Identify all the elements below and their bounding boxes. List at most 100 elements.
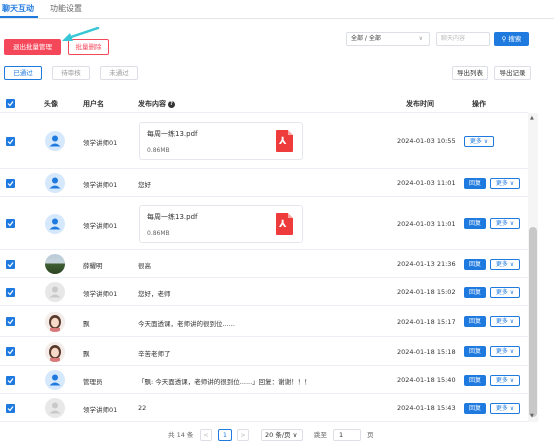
table-row: 领学讲师01 每周一练13.pdf 0.86MB ⅄ 2024-01-03 10:55 更… xyxy=(0,113,528,169)
more-button[interactable]: 更多 ∨ xyxy=(490,316,520,327)
search-button[interactable]: ⚲ 搜索 xyxy=(494,32,529,46)
chevron-down-icon: ∨ xyxy=(507,348,515,355)
reply-button[interactable]: 回复 xyxy=(464,218,486,229)
row-content: 今天面透课，老师讲的很到位...... xyxy=(138,319,235,328)
row-checkbox[interactable] xyxy=(6,287,15,297)
header-content: 发布内容? xyxy=(138,99,175,109)
checkmark-icon xyxy=(7,138,14,144)
tabs-divider xyxy=(0,18,554,19)
more-button[interactable]: 更多 ∨ xyxy=(490,374,520,386)
more-button[interactable]: 更多 ∨ xyxy=(490,258,520,270)
pagination-page-1[interactable]: 1 xyxy=(218,429,232,441)
row-time: 2024-01-03 10:55 xyxy=(397,137,456,145)
chevron-down-icon: ∨ xyxy=(418,35,423,42)
tab-function-settings[interactable]: 功能设置 xyxy=(50,3,82,14)
top-tabs: 聊天互动 功能设置 xyxy=(0,0,554,19)
more-button[interactable]: 更多 ∨ xyxy=(490,346,520,357)
row-time: 2024-01-18 15:40 xyxy=(397,376,456,384)
more-button-label: 更多 xyxy=(495,179,508,187)
table-row: 领学讲师01 每周一练13.pdf 0.86MB ⅄ 2024-01-03 11:01 回… xyxy=(0,197,528,250)
row-content: 22 xyxy=(138,404,147,412)
filter-rejected-button[interactable]: 未通过 xyxy=(100,66,138,80)
tab-chat-interaction[interactable]: 聊天互动 xyxy=(2,3,34,14)
row-username: 管理员 xyxy=(83,378,103,386)
header-operation: 操作 xyxy=(472,100,486,108)
row-checkbox[interactable] xyxy=(6,403,15,413)
checkmark-icon xyxy=(7,289,14,295)
more-button[interactable]: 更多 ∨ xyxy=(490,402,520,414)
row-checkbox[interactable] xyxy=(6,375,15,385)
table-row: 领学讲师01 22 2024-01-18 15:43 回复 更多 ∨ xyxy=(0,394,528,422)
more-button[interactable]: 更多 ∨ xyxy=(490,286,520,298)
reply-button[interactable]: 回复 xyxy=(464,374,486,386)
table-header: 头像 用户名 发布内容? 发布时间 操作 xyxy=(0,93,528,113)
pagination-prev-button[interactable]: < xyxy=(200,429,212,441)
file-size: 0.86MB xyxy=(147,147,170,154)
checkmark-icon xyxy=(7,221,14,227)
pdf-file-icon: ⅄ xyxy=(276,130,293,152)
row-time: 2024-01-18 15:02 xyxy=(397,288,456,296)
more-button-label: 更多 xyxy=(495,288,508,296)
reply-button[interactable]: 回复 xyxy=(464,402,486,414)
row-username: 领学讲师01 xyxy=(83,290,118,298)
scroll-up-arrow-icon[interactable]: ▲ xyxy=(530,115,534,121)
pagination-next-button[interactable]: > xyxy=(237,429,249,441)
row-username: 飘 xyxy=(83,319,90,328)
row-checkbox[interactable] xyxy=(6,317,15,326)
reply-button[interactable]: 回复 xyxy=(464,286,486,298)
reply-button[interactable]: 回复 xyxy=(464,346,486,357)
pagination-total: 共 14 条 xyxy=(168,431,194,439)
search-input[interactable]: 聊天内容 xyxy=(436,32,490,46)
help-icon[interactable]: ? xyxy=(168,100,175,108)
file-attachment-card[interactable]: 每周一练13.pdf 0.86MB ⅄ xyxy=(139,204,303,243)
user-avatar-icon xyxy=(45,213,65,234)
page-size-select[interactable]: 20 条/页 ∨ xyxy=(261,429,303,441)
filter-approved-button[interactable]: 已通过 xyxy=(4,66,42,80)
scrollbar-thumb[interactable] xyxy=(529,227,537,417)
row-username: 领学讲师01 xyxy=(83,221,118,230)
row-checkbox[interactable] xyxy=(6,259,15,269)
user-avatar-icon xyxy=(45,131,65,151)
goto-page-input[interactable]: 1 xyxy=(333,429,361,441)
exit-batch-manage-button[interactable]: 退出批量管理 xyxy=(4,39,61,55)
page-size-value: 20 条/页 xyxy=(265,431,291,439)
avatar xyxy=(45,341,65,362)
table-row: 领学讲师01 您好 2024-01-03 11:01 回复 更多 ∨ xyxy=(0,169,528,197)
checkmark-icon xyxy=(7,180,14,186)
filter-pending-button[interactable]: 待审核 xyxy=(52,66,90,80)
reply-button[interactable]: 回复 xyxy=(464,177,486,189)
file-attachment-card[interactable]: 每周一练13.pdf 0.86MB ⅄ xyxy=(139,122,303,160)
more-button[interactable]: 更多 ∨ xyxy=(490,177,520,189)
more-button-label: 更多 xyxy=(495,376,508,384)
row-time: 2024-01-18 15:18 xyxy=(397,347,456,356)
user-avatar-icon xyxy=(45,398,65,418)
checkmark-icon xyxy=(7,405,14,411)
more-button[interactable]: 更多 ∨ xyxy=(464,135,494,147)
chevron-down-icon: ∨ xyxy=(292,431,298,439)
row-checkbox[interactable] xyxy=(6,178,15,188)
more-button-label: 更多 xyxy=(495,220,508,227)
status-filter-select[interactable]: 全部 / 全部 ∨ xyxy=(346,32,430,46)
row-checkbox[interactable] xyxy=(6,136,15,146)
header-username: 用户名 xyxy=(83,100,104,108)
reply-button[interactable]: 回复 xyxy=(464,316,486,327)
scroll-down-arrow-icon[interactable]: ▼ xyxy=(530,413,534,419)
checkmark-icon xyxy=(7,101,14,107)
checkmark-icon xyxy=(7,319,14,325)
checkmark-icon xyxy=(7,377,14,383)
avatar xyxy=(45,254,65,274)
row-checkbox[interactable] xyxy=(6,219,15,228)
export-records-button[interactable]: 导出记录 xyxy=(494,66,531,80)
table-row: 管理员 「飘: 今天面透课，老师讲的很到位......」回复：谢谢！！！ 2024-… xyxy=(0,366,528,394)
more-button[interactable]: 更多 ∨ xyxy=(490,218,520,229)
export-list-button[interactable]: 导出列表 xyxy=(452,66,488,80)
header-avatar: 头像 xyxy=(44,100,58,108)
search-icon: ⚲ xyxy=(501,35,507,43)
select-all-checkbox[interactable] xyxy=(6,99,15,108)
more-button-label: 更多 xyxy=(495,348,508,355)
annotation-arrow-icon xyxy=(62,27,100,41)
header-content-label: 发布内容 xyxy=(138,100,166,108)
row-checkbox[interactable] xyxy=(6,347,15,356)
reply-button[interactable]: 回复 xyxy=(464,258,486,270)
row-time: 2024-01-03 11:01 xyxy=(397,219,456,228)
